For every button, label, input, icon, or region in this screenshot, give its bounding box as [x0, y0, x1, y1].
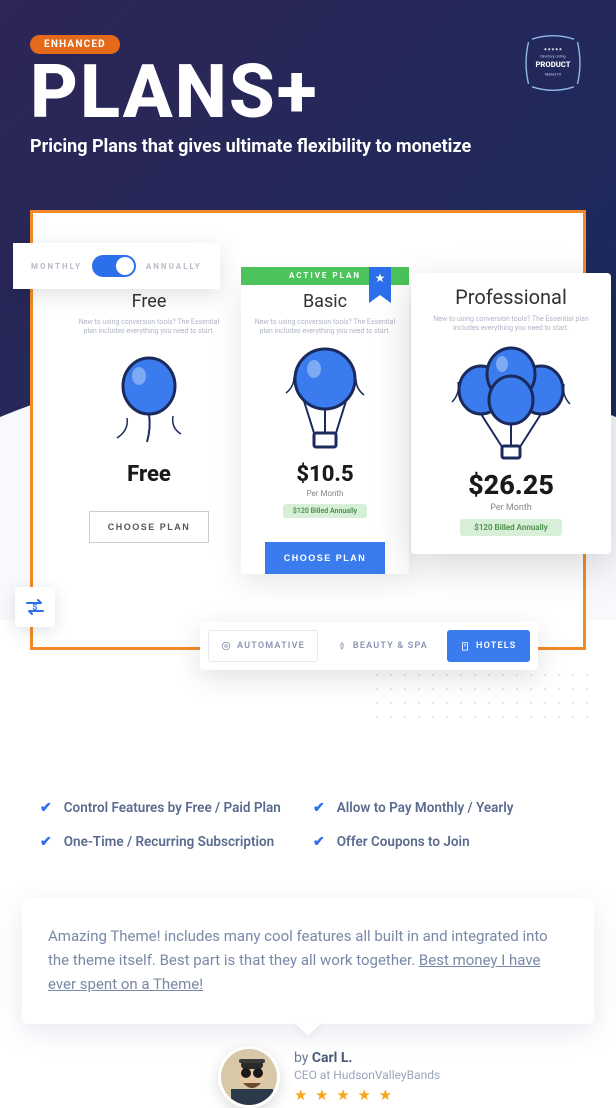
- plan-free-price: Free: [75, 462, 223, 487]
- hero-section: ENHANCED ★★★★★ Directory Listing PRODUCT…: [0, 0, 616, 440]
- testimonial: Amazing Theme! includes many cool featur…: [22, 898, 594, 1108]
- plan-pro-desc: New to using conversion tools? The Essen…: [421, 315, 601, 333]
- star-rating: ★ ★ ★ ★ ★: [294, 1086, 440, 1104]
- feature-item: ✔ Control Features by Free / Paid Plan: [40, 800, 303, 816]
- svg-text:★★★★★: ★★★★★: [544, 47, 563, 52]
- feature-item: ✔ Allow to Pay Monthly / Yearly: [313, 800, 576, 816]
- plan-pro-period: Per Month: [421, 503, 601, 513]
- author-name: by Carl L.: [294, 1050, 440, 1066]
- feature-text: Allow to Pay Monthly / Yearly: [337, 800, 514, 816]
- testimonial-author: by Carl L. CEO at HudsonValleyBands ★ ★ …: [218, 1046, 594, 1108]
- svg-text:★: ★: [375, 271, 386, 285]
- recurring-icon: $: [15, 587, 55, 627]
- check-icon: ✔: [313, 800, 325, 816]
- plans-row: Free New to using conversion tools? The …: [65, 279, 409, 574]
- check-icon: ✔: [40, 834, 52, 850]
- plan-basic: ACTIVE PLAN ★ Basic New to using convers…: [241, 279, 409, 574]
- category-tab-beauty[interactable]: BEAUTY & SPA: [324, 630, 441, 662]
- hot-air-balloon-icon: [251, 340, 399, 460]
- gear-icon: [221, 641, 231, 651]
- balloons-cluster-icon: [421, 337, 601, 467]
- category-automative-label: AUTOMATIVE: [237, 641, 305, 651]
- plan-basic-period: Per Month: [251, 489, 399, 498]
- check-icon: ✔: [313, 834, 325, 850]
- plans-frame: MONTHLY ANNUALLY Free New to using conve…: [30, 210, 586, 650]
- svg-text:Directory Listing: Directory Listing: [540, 54, 565, 58]
- check-icon: ✔: [40, 800, 52, 816]
- plan-pro-price: $26.25: [421, 469, 601, 501]
- plan-free-desc: New to using conversion tools? The Essen…: [75, 318, 223, 336]
- category-tab-automative[interactable]: AUTOMATIVE: [208, 630, 318, 662]
- plan-basic-price: $10.5: [251, 462, 399, 487]
- plan-free: Free New to using conversion tools? The …: [65, 279, 233, 574]
- svg-text:PRODUCT: PRODUCT: [535, 60, 570, 69]
- feature-item: ✔ Offer Coupons to Join: [313, 834, 576, 850]
- page-subtitle: Pricing Plans that gives ultimate flexib…: [30, 136, 586, 157]
- plan-pro-billed: $120 Billed Annually: [460, 519, 561, 536]
- plan-free-name: Free: [75, 291, 223, 312]
- dot-pattern: [370, 668, 600, 728]
- feature-list: ✔ Control Features by Free / Paid Plan ✔…: [0, 740, 616, 870]
- billing-toggle-card: MONTHLY ANNUALLY: [13, 243, 220, 289]
- balloon-icon: [75, 340, 223, 460]
- feature-text: One-Time / Recurring Subscription: [64, 834, 274, 850]
- spa-icon: [337, 641, 347, 651]
- avatar: [218, 1046, 280, 1108]
- building-icon: [460, 641, 470, 651]
- feature-item: ✔ One-Time / Recurring Subscription: [40, 834, 303, 850]
- category-tabs: AUTOMATIVE BEAUTY & SPA HOTELS: [200, 622, 538, 670]
- toggle-annually-label: ANNUALLY: [146, 262, 202, 271]
- plan-free-cta[interactable]: CHOOSE PLAN: [89, 511, 209, 543]
- testimonial-card: Amazing Theme! includes many cool featur…: [22, 898, 594, 1024]
- billing-toggle-switch[interactable]: [92, 255, 136, 277]
- plan-basic-cta[interactable]: CHOOSE PLAN: [265, 542, 385, 574]
- svg-text:$: $: [32, 602, 37, 613]
- category-tab-hotels[interactable]: HOTELS: [447, 630, 530, 662]
- category-hotels-label: HOTELS: [476, 641, 517, 651]
- author-role: CEO at HudsonValleyBands: [294, 1068, 440, 1082]
- svg-text:Market Fit: Market Fit: [545, 73, 562, 77]
- author-info: by Carl L. CEO at HudsonValleyBands ★ ★ …: [294, 1050, 440, 1104]
- toggle-monthly-label: MONTHLY: [31, 262, 82, 271]
- plan-professional: Professional New to using conversion too…: [411, 273, 611, 554]
- product-badge: ★★★★★ Directory Listing PRODUCT Market F…: [518, 28, 588, 98]
- category-beauty-label: BEAUTY & SPA: [353, 641, 428, 651]
- testimonial-text: Amazing Theme! includes many cool featur…: [48, 924, 568, 996]
- feature-text: Offer Coupons to Join: [337, 834, 470, 850]
- ribbon-flag-icon: ★: [369, 267, 391, 303]
- plan-pro-name: Professional: [421, 285, 601, 309]
- page-title: PLANS+: [30, 56, 586, 130]
- feature-text: Control Features by Free / Paid Plan: [64, 800, 281, 816]
- plan-basic-billed: $120 Billed Annually: [283, 504, 367, 518]
- plan-basic-desc: New to using conversion tools? The Essen…: [251, 318, 399, 336]
